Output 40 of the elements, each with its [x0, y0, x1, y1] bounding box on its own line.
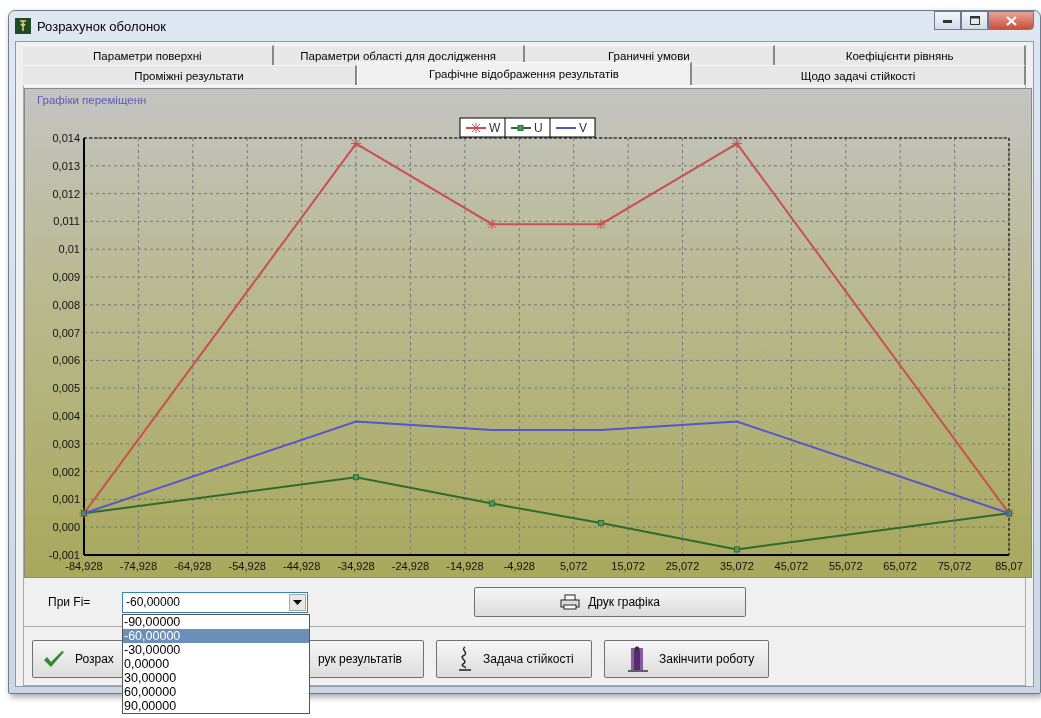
chart-title: Графіки переміщенн [37, 94, 147, 106]
axis-label: 15,072 [611, 560, 645, 572]
axis-label: 25,072 [665, 560, 700, 572]
axis-label: -54,928 [228, 560, 266, 572]
axis-label: 0,005 [52, 382, 80, 395]
axis-label: -14,928 [446, 560, 484, 572]
axis-label: 85,07 [995, 560, 1023, 572]
axis-label: -34,928 [337, 560, 375, 572]
axis-label: 0,000 [52, 521, 80, 534]
axis-label: -4,928 [503, 560, 535, 572]
legend-label: W [489, 121, 501, 135]
axis-label: 0,009 [52, 271, 80, 283]
axis-label: 0,011 [53, 215, 80, 228]
axis-label: 35,072 [720, 560, 754, 572]
axis-label: -44,928 [283, 560, 321, 572]
window-title: Розрахунок оболонок [37, 18, 167, 34]
axis-label: 0,003 [52, 437, 80, 450]
axis-label: -64,928 [174, 560, 212, 572]
legend-label: V [579, 121, 587, 135]
axis-label: -84,928 [65, 560, 103, 572]
axis-label: 55,072 [828, 560, 863, 572]
angle-label: При Fi= [48, 595, 92, 609]
axis-label: 0,006 [52, 354, 80, 367]
axis-label: -0,001 [48, 549, 80, 561]
axis-label: 0,001 [52, 493, 80, 506]
axis-label: 0,013 [52, 159, 80, 172]
axis-label: 0,01 [58, 243, 80, 256]
axis-label: 0,014 [52, 132, 80, 144]
axis-label: 65,072 [883, 560, 917, 572]
legend-label: U [534, 121, 543, 135]
axis-label: 0,012 [52, 187, 80, 200]
axis-label: 45,072 [774, 560, 809, 572]
axis-label: -74,928 [119, 560, 158, 572]
axis-label: 5,072 [559, 560, 588, 572]
axis-label: 0,007 [52, 326, 80, 339]
axis-label: 0,004 [52, 410, 80, 422]
axis-label: 0,008 [52, 298, 80, 311]
axis-label: -24,928 [391, 560, 430, 572]
axis-label: 0,002 [52, 465, 80, 478]
axis-label: 75,072 [937, 560, 972, 572]
